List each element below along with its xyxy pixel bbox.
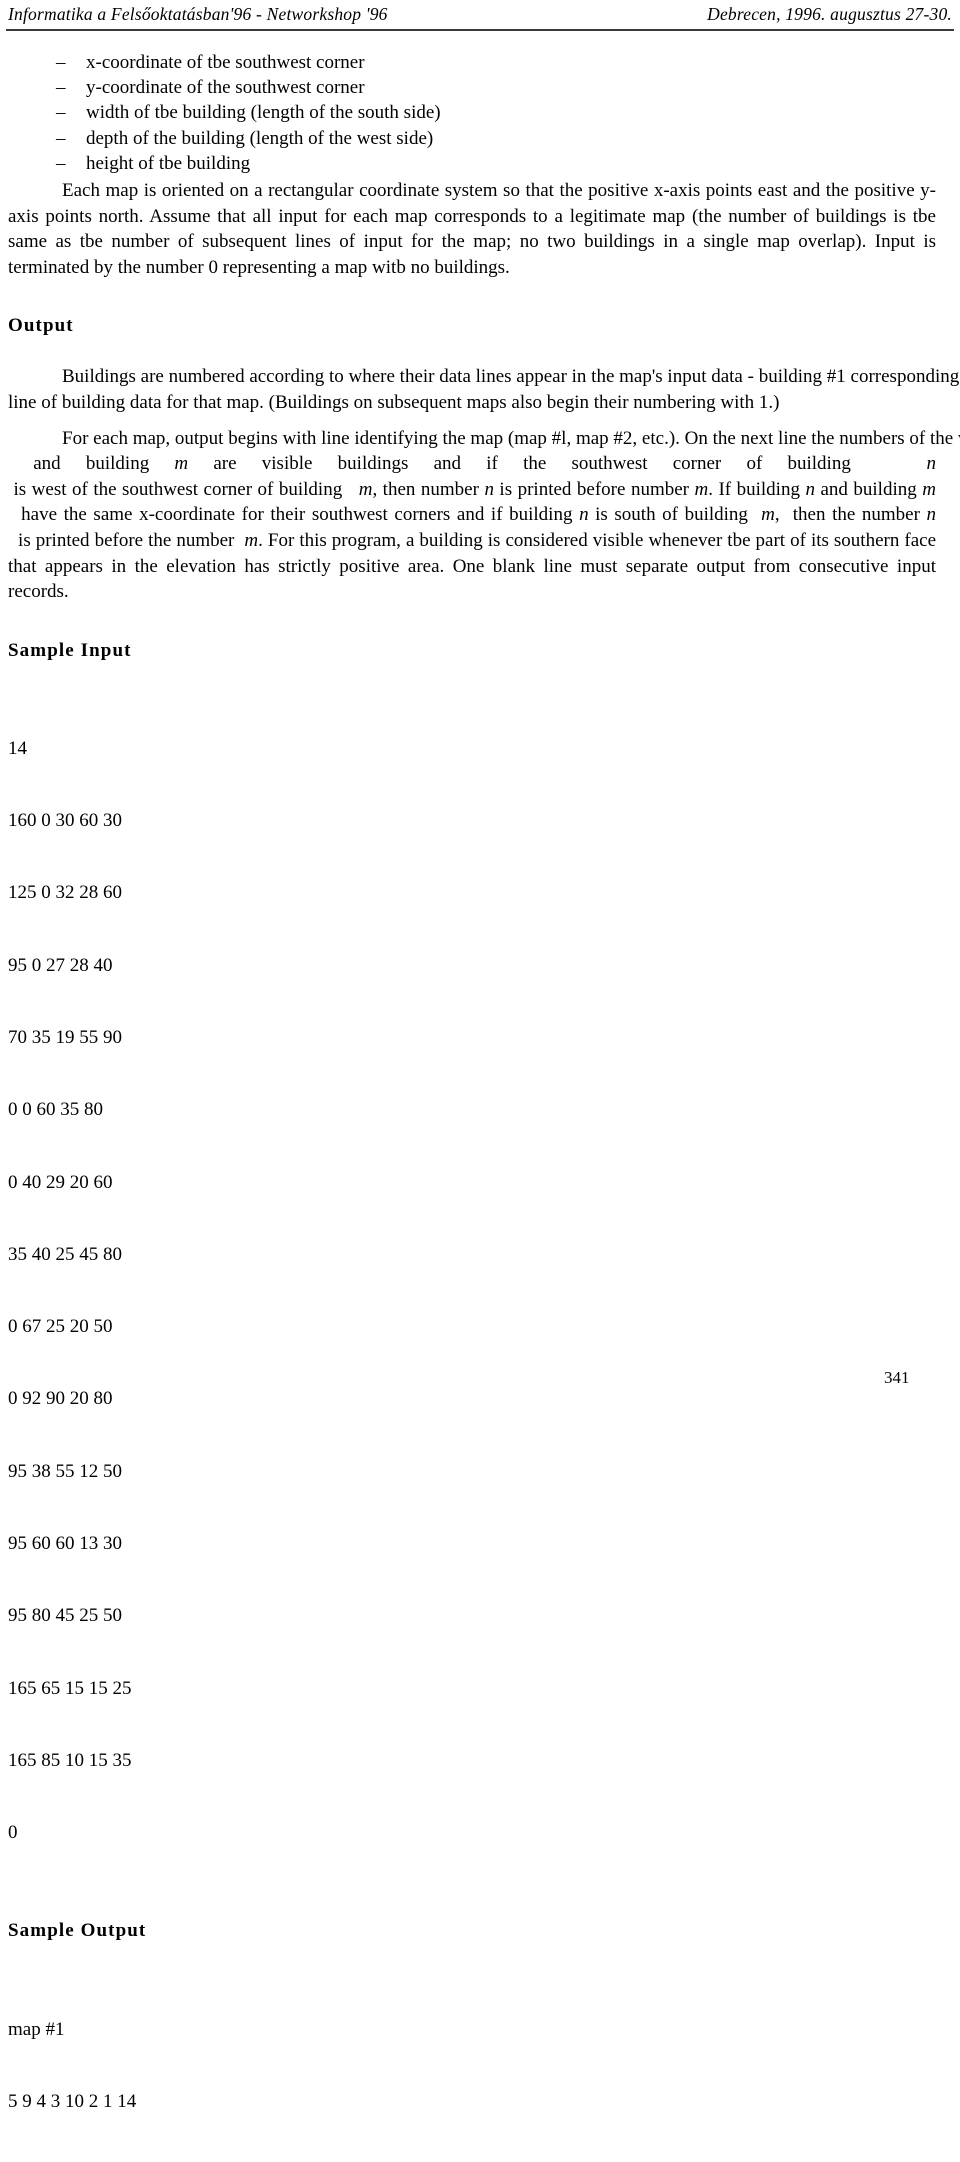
output-para2-seg-9: have the same x-coordinate for their sou…	[8, 504, 580, 526]
sample-output-block: map #1 5 9 4 3 10 2 1 14	[8, 1969, 936, 2162]
variable-n: n	[484, 478, 494, 500]
output-para2-seg-1: For each map, output begins with line id…	[62, 427, 960, 449]
sample-input-line: 14	[8, 737, 27, 759]
list-item: – x-coordinate of tbe southwest corner	[8, 50, 936, 75]
variable-m: m	[358, 478, 373, 500]
dash-bullet-icon: –	[56, 152, 66, 174]
output-para2-seg-6: is printed before number	[493, 478, 695, 500]
output-para1-part-a: Buildings are numbered according to wher…	[62, 366, 960, 388]
variable-n: n	[579, 504, 589, 526]
sample-input-line: 35 40 25 45 80	[8, 1243, 122, 1265]
variable-n: n	[926, 504, 937, 526]
sample-input-block: 14 160 0 30 60 30 125 0 32 28 60 95 0 27…	[8, 689, 936, 1894]
output-para2-seg-10: is south of building	[588, 504, 762, 526]
variable-m: m	[922, 478, 936, 500]
running-head-left: Informatika a Felsőoktatásban'96 - Netwo…	[8, 4, 388, 24]
running-head: Informatika a Felsőoktatásban'96 - Netwo…	[8, 4, 952, 25]
list-item: – depth of the building (length of the w…	[8, 126, 936, 151]
output-paragraph-numbering: Buildings are numbered according to wher…	[8, 364, 959, 415]
list-item-label: width of tbe building (length of the sou…	[86, 102, 441, 124]
variable-m: m	[244, 529, 259, 551]
sample-input-line: 95 38 55 12 50	[8, 1460, 122, 1482]
sample-output-line: 5 9 4 3 10 2 1 14	[8, 2090, 137, 2112]
output-paragraph-ordering: For each map, output begins with line id…	[8, 426, 960, 605]
list-item-label: y-coordinate of the southwest corner	[86, 77, 365, 99]
sample-input-line: 160 0 30 60 30	[8, 810, 122, 832]
sample-input-line: 95 0 27 28 40	[8, 954, 113, 976]
list-item-label: x-coordinate of tbe southwest corner	[86, 52, 365, 73]
sample-input-line: 95 60 60 13 30	[8, 1533, 122, 1555]
output-para2-seg-8: and building	[814, 478, 923, 500]
dash-bullet-icon: –	[56, 52, 66, 73]
sample-input-line: 125 0 32 28 60	[8, 882, 122, 904]
sample-input-line: 0 0 60 35 80	[8, 1099, 103, 1121]
variable-n: n	[805, 478, 815, 500]
output-para2-seg-11: , then the number	[774, 504, 927, 526]
section-heading-sample-output: Sample Output	[8, 1920, 147, 1942]
section-heading-output: Output	[8, 315, 74, 337]
list-item-label: height of tbe building	[86, 152, 251, 174]
variable-m: m	[694, 478, 709, 500]
sample-input-line: 0 67 25 20 50	[8, 1316, 113, 1338]
list-item: – width of tbe building (length of the s…	[8, 100, 936, 125]
dash-bullet-icon: –	[56, 77, 66, 99]
sample-input-line: 70 35 19 55 90	[8, 1027, 122, 1049]
input-spec-paragraph: Each map is oriented on a rectangular co…	[8, 180, 936, 278]
dash-bullet-icon: –	[56, 127, 66, 149]
running-head-right: Debrecen, 1996. augusztus 27-30.	[707, 4, 952, 24]
list-item: – y-coordinate of the southwest corner	[8, 75, 936, 100]
sample-output-line: map #1	[8, 2018, 65, 2040]
output-para2-seg-2: and building	[8, 453, 175, 475]
variable-m: m	[174, 453, 189, 475]
input-field-bullet-list: – x-coordinate of tbe southwest corner –…	[8, 50, 936, 176]
section-heading-sample-input: Sample Input	[8, 639, 132, 661]
output-para2-seg-3: are visible buildings and if the southwe…	[188, 453, 927, 475]
sample-input-line: 165 85 10 15 35	[8, 1749, 132, 1771]
page-number: 341	[884, 1368, 910, 1387]
page-content: – x-coordinate of tbe southwest corner –…	[8, 50, 960, 2162]
sample-input-line: 0 92 90 20 80	[8, 1388, 113, 1410]
variable-m: m	[761, 504, 775, 526]
variable-n: n	[926, 453, 936, 475]
list-item: – height of tbe building	[8, 151, 936, 176]
list-item-label: depth of the building (length of the wes…	[86, 127, 434, 149]
output-para2-seg-5: , then number	[372, 478, 485, 500]
sample-input-line: 0 40 29 20 60	[8, 1171, 113, 1193]
sample-input-line: 95 80 45 25 50	[8, 1605, 122, 1627]
dash-bullet-icon: –	[56, 102, 66, 124]
output-para2-seg-4: is west of the southwest corner of build…	[8, 478, 359, 500]
sample-input-line: 0	[8, 1822, 18, 1844]
sample-input-line: 165 65 15 15 25	[8, 1677, 132, 1699]
header-rule	[6, 29, 954, 31]
output-para2-seg-7: . If building	[708, 478, 806, 500]
output-para2-seg-12: is printed before the number	[8, 529, 245, 551]
